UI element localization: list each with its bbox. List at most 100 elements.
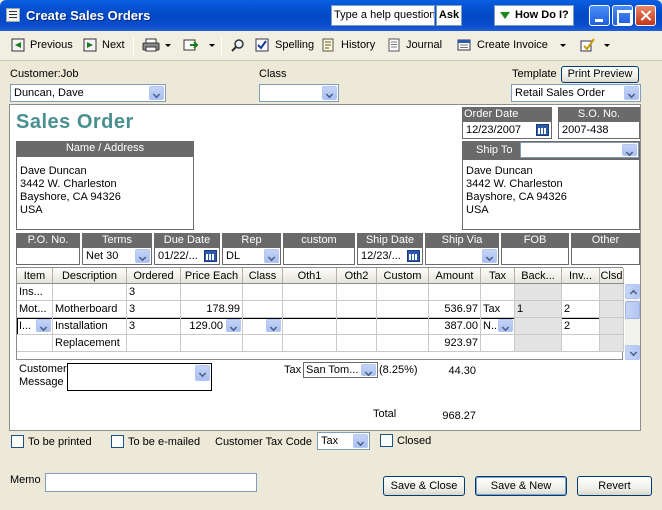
chevron-down-icon[interactable]: [353, 434, 368, 448]
column-header-item[interactable]: Item: [17, 268, 53, 284]
line-items-scrollbar[interactable]: [625, 284, 640, 360]
chevron-down-icon[interactable]: [622, 144, 637, 156]
cell-amount[interactable]: 387.00: [429, 318, 481, 335]
column-header-invoiced[interactable]: Inv...: [562, 268, 600, 284]
po-no-field[interactable]: [16, 247, 80, 265]
column-header-custom[interactable]: Custom: [377, 268, 429, 284]
cell-closed[interactable]: [600, 284, 624, 301]
chevron-down-icon[interactable]: [624, 86, 639, 100]
ship-via-select[interactable]: [425, 247, 499, 265]
cell-tax[interactable]: Tax: [481, 301, 515, 318]
chevron-down-icon[interactable]: [482, 249, 497, 263]
terms-select[interactable]: Net 30: [82, 247, 152, 265]
cell-class[interactable]: [243, 284, 283, 301]
chevron-down-icon[interactable]: [266, 319, 281, 332]
other-field[interactable]: [571, 247, 640, 265]
title-bar[interactable]: Create Sales Orders Type a help question…: [0, 0, 662, 31]
column-header-description[interactable]: Description: [53, 268, 127, 284]
column-header-backordered[interactable]: Back...: [515, 268, 562, 284]
maximize-button[interactable]: [612, 5, 633, 26]
help-question-input[interactable]: Type a help question: [331, 5, 435, 26]
column-header-amount[interactable]: Amount: [429, 268, 481, 284]
cell-item[interactable]: [17, 335, 53, 352]
fob-field[interactable]: [501, 247, 569, 265]
cell-oth1[interactable]: [283, 318, 337, 335]
cell-price-each[interactable]: [181, 335, 243, 352]
save-new-button[interactable]: Save & New: [475, 476, 567, 496]
custom-field[interactable]: [283, 247, 355, 265]
customer-tax-code-select[interactable]: Tax: [317, 432, 370, 450]
cell-custom[interactable]: [377, 284, 429, 301]
cell-tax[interactable]: [481, 335, 515, 352]
customer-job-select[interactable]: Duncan, Dave: [10, 84, 166, 102]
ship-to-select[interactable]: [520, 142, 639, 158]
cell-item[interactable]: I...: [17, 318, 53, 335]
scroll-up-icon[interactable]: [625, 284, 640, 299]
cell-class[interactable]: [243, 318, 283, 335]
cell-oth2[interactable]: [337, 284, 377, 301]
cell-class[interactable]: [243, 335, 283, 352]
to-be-emailed-label[interactable]: To be e-mailed: [128, 436, 200, 448]
to-be-printed-label[interactable]: To be printed: [28, 436, 92, 448]
print-preview-button[interactable]: Print Preview: [561, 66, 639, 83]
close-button[interactable]: [635, 5, 656, 26]
bill-to-address-box[interactable]: Dave Duncan 3442 W. Charleston Bayshore,…: [16, 156, 194, 230]
customer-message-select[interactable]: [67, 363, 212, 391]
cell-closed[interactable]: [600, 318, 624, 335]
cell-tax[interactable]: N...: [481, 318, 515, 335]
calendar-icon[interactable]: [204, 250, 217, 262]
cell-oth1[interactable]: [283, 301, 337, 318]
cell-custom[interactable]: [377, 301, 429, 318]
tax-item-select[interactable]: San Tom...: [303, 362, 378, 378]
class-select[interactable]: [259, 84, 339, 102]
scrollbar-thumb[interactable]: [625, 301, 640, 319]
cell-amount[interactable]: 536.97: [429, 301, 481, 318]
cell-oth1[interactable]: [283, 284, 337, 301]
template-select[interactable]: Retail Sales Order: [511, 84, 641, 102]
cell-item[interactable]: Mot...: [17, 301, 53, 318]
column-header-oth2[interactable]: Oth2: [337, 268, 377, 284]
cell-price-each[interactable]: 129.00: [181, 318, 243, 335]
cell-ordered[interactable]: 3: [127, 284, 181, 301]
column-header-tax[interactable]: Tax: [481, 268, 515, 284]
chevron-down-icon[interactable]: [135, 249, 150, 263]
cell-description[interactable]: Motherboard: [53, 301, 127, 318]
ask-button[interactable]: Ask: [436, 5, 462, 26]
how-do-i-button[interactable]: How Do I?: [494, 5, 574, 26]
cell-custom[interactable]: [377, 335, 429, 352]
memo-input[interactable]: [45, 473, 257, 492]
ship-to-address-box[interactable]: Dave Duncan 3442 W. Charleston Bayshore,…: [462, 159, 640, 230]
chevron-down-icon[interactable]: [322, 86, 337, 100]
chevron-down-icon[interactable]: [361, 364, 376, 376]
cell-tax[interactable]: [481, 284, 515, 301]
cell-closed[interactable]: [600, 301, 624, 318]
cell-ordered[interactable]: 3: [127, 301, 181, 318]
cell-oth2[interactable]: [337, 335, 377, 352]
cell-price-each[interactable]: [181, 284, 243, 301]
chevron-down-icon[interactable]: [226, 319, 241, 332]
rep-select[interactable]: DL: [222, 247, 281, 265]
cell-closed[interactable]: [600, 335, 624, 352]
due-date-field[interactable]: 01/22/...: [154, 247, 220, 265]
cell-description[interactable]: [53, 284, 127, 301]
cell-price-each[interactable]: 178.99: [181, 301, 243, 318]
minimize-button[interactable]: [589, 5, 610, 26]
closed-label[interactable]: Closed: [397, 435, 431, 447]
cell-oth2[interactable]: [337, 318, 377, 335]
chevron-down-icon[interactable]: [264, 249, 279, 263]
so-no-field[interactable]: 2007-438: [558, 121, 640, 139]
scroll-down-icon[interactable]: [625, 345, 640, 360]
column-header-oth1[interactable]: Oth1: [283, 268, 337, 284]
closed-checkbox[interactable]: [380, 434, 393, 447]
to-be-printed-checkbox[interactable]: [11, 435, 24, 448]
cell-description[interactable]: Installation: [53, 318, 127, 335]
chevron-down-icon[interactable]: [149, 86, 164, 100]
column-header-ordered[interactable]: Ordered: [127, 268, 181, 284]
calendar-icon[interactable]: [407, 250, 420, 262]
cell-class[interactable]: [243, 301, 283, 318]
cell-ordered[interactable]: [127, 335, 181, 352]
column-header-closed[interactable]: Clsd: [600, 268, 624, 284]
cell-amount[interactable]: [429, 284, 481, 301]
chevron-down-icon[interactable]: [195, 365, 210, 381]
cell-ordered[interactable]: 3: [127, 318, 181, 335]
